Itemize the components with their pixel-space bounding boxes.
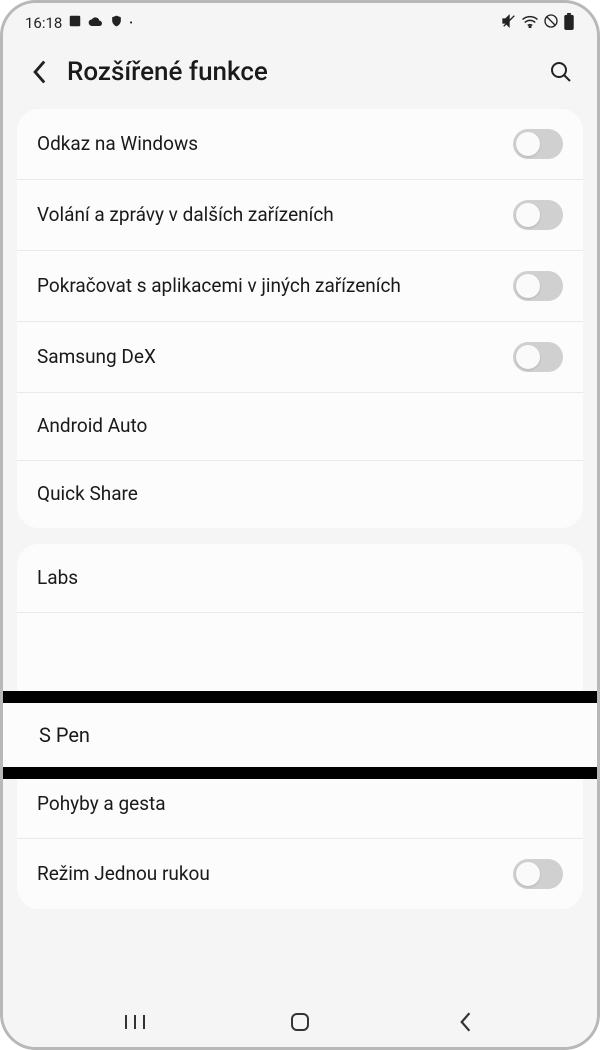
row-android-auto[interactable]: Android Auto xyxy=(17,392,583,460)
row-odkaz-na-windows[interactable]: Odkaz na Windows xyxy=(17,109,583,179)
status-right xyxy=(501,13,575,34)
row-label: Volání a zprávy v dalších zařízeních xyxy=(37,203,346,228)
toggle-switch[interactable] xyxy=(513,200,563,230)
navigation-bar xyxy=(3,997,597,1047)
row-samsung-dex[interactable]: Samsung DeX xyxy=(17,321,583,392)
row-label: Quick Share xyxy=(37,482,150,507)
no-sim-icon xyxy=(543,13,559,33)
row-volani-zpravy[interactable]: Volání a zprávy v dalších zařízeních xyxy=(17,179,583,250)
row-rezim-jednou-rukou[interactable]: Režim Jednou rukou xyxy=(17,838,583,909)
settings-content: Odkaz na Windows Volání a zprávy v další… xyxy=(3,109,597,909)
mute-icon xyxy=(501,13,517,33)
page-header: Rozšířené funkce xyxy=(3,43,597,109)
row-pokracovat-aplikace[interactable]: Pokračovat s aplikacemi v jiných zařízen… xyxy=(17,250,583,321)
recents-button[interactable] xyxy=(115,1002,155,1042)
status-bar: 16:18 • xyxy=(3,3,597,43)
row-s-pen-placeholder xyxy=(17,612,583,702)
row-label: Pokračovat s aplikacemi v jiných zařízen… xyxy=(37,274,413,299)
page-title: Rozšířené funkce xyxy=(67,57,533,87)
battery-icon xyxy=(563,13,575,34)
row-label: Pohyby a gesta xyxy=(37,792,178,817)
row-pohyby-gesta[interactable]: Pohyby a gesta xyxy=(17,770,583,838)
phone-frame: 16:18 • xyxy=(0,0,600,1050)
row-label: Odkaz na Windows xyxy=(37,132,210,157)
wifi-icon xyxy=(521,14,539,32)
settings-group-1: Odkaz na Windows Volání a zprávy v další… xyxy=(17,109,583,528)
status-time: 16:18 xyxy=(25,14,62,32)
search-button[interactable] xyxy=(547,58,575,86)
shield-icon xyxy=(110,14,123,32)
row-label: Režim Jednou rukou xyxy=(37,862,222,887)
row-s-pen[interactable]: S Pen xyxy=(3,703,597,767)
row-label: Android Auto xyxy=(37,414,159,439)
back-button[interactable] xyxy=(25,58,53,86)
status-left: 16:18 • xyxy=(25,14,133,32)
home-button[interactable] xyxy=(280,1002,320,1042)
toggle-switch[interactable] xyxy=(513,859,563,889)
toggle-switch[interactable] xyxy=(513,342,563,372)
toggle-switch[interactable] xyxy=(513,271,563,301)
dot-icon: • xyxy=(129,18,132,29)
highlight-callout: S Pen xyxy=(3,691,597,779)
cloud-icon xyxy=(88,14,104,32)
row-label: Labs xyxy=(37,566,90,591)
row-labs[interactable]: Labs xyxy=(17,544,583,612)
nav-back-button[interactable] xyxy=(445,1002,485,1042)
row-label: Samsung DeX xyxy=(37,345,168,370)
toggle-switch[interactable] xyxy=(513,129,563,159)
image-icon xyxy=(68,14,82,32)
row-label: S Pen xyxy=(39,723,90,747)
row-quick-share[interactable]: Quick Share xyxy=(17,460,583,528)
